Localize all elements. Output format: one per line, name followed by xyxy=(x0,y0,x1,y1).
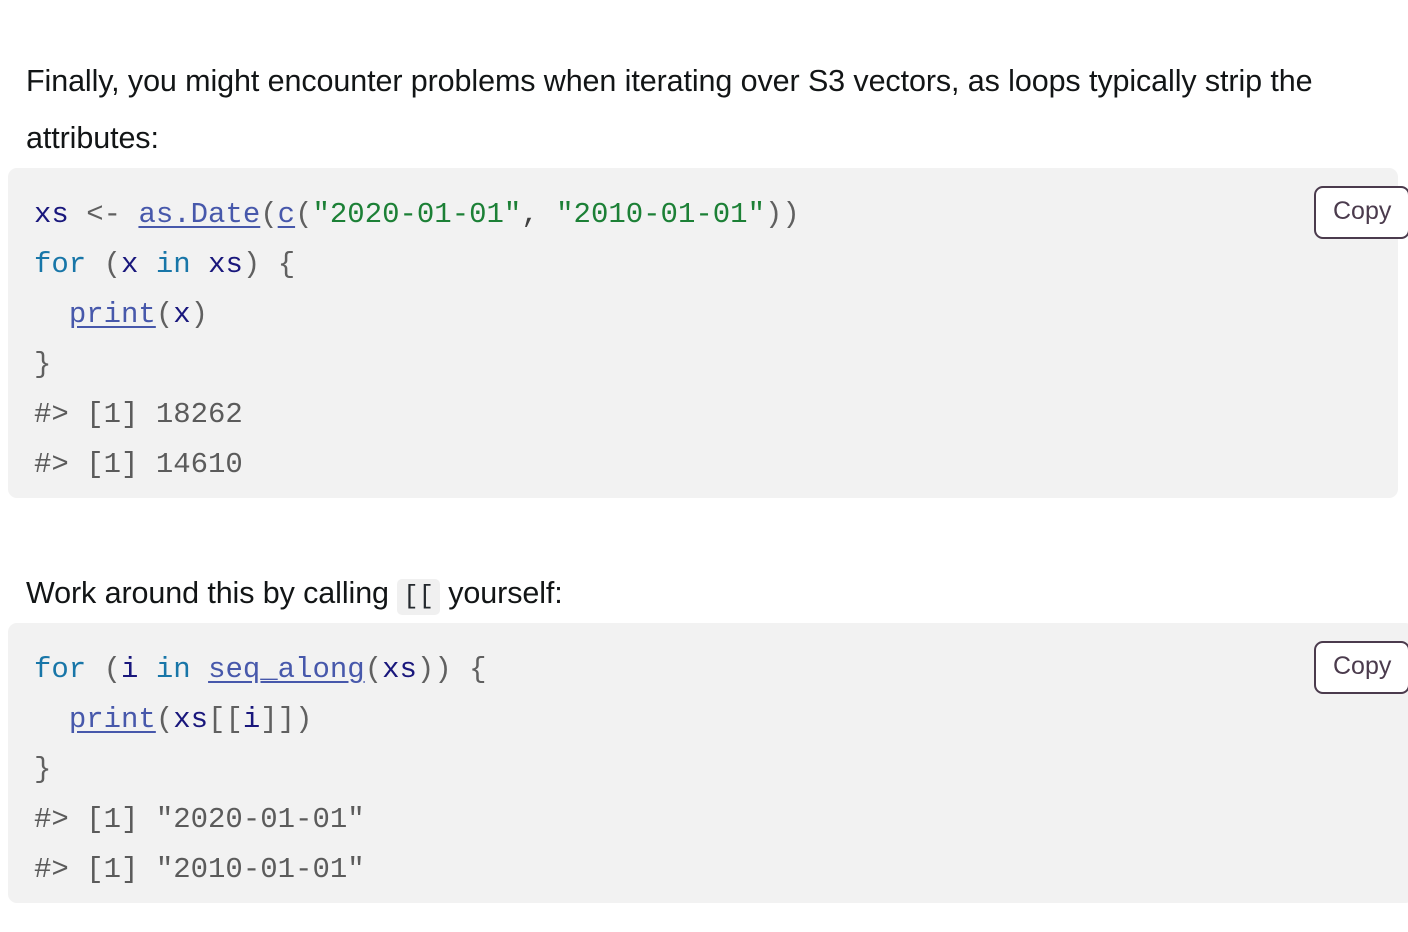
code-token-punct: <- xyxy=(86,198,122,231)
code-token-var: x xyxy=(121,248,139,281)
code-token-punct: ]]) xyxy=(260,703,313,736)
code-token-punct: ) xyxy=(190,298,209,331)
code-block-2: for (i in seq_along(xs)) { print(xs[[i]]… xyxy=(8,623,1408,903)
code-token-punct: )) xyxy=(764,198,800,231)
code-line: #> [1] "2020-01-01" xyxy=(34,795,1388,845)
code-token-plain: , xyxy=(521,198,539,231)
code-token-fn: print xyxy=(68,298,156,331)
document-page: Finally, you might encounter problems wh… xyxy=(0,0,1408,932)
paragraph-intro: Finally, you might encounter problems wh… xyxy=(26,63,1321,155)
code-token-punct: } xyxy=(34,348,52,381)
code-block-1: xs <- as.Date(c("2020-01-01", "2010-01-0… xyxy=(8,168,1398,498)
paragraph-workaround-text-before: Work around this by calling xyxy=(26,575,398,610)
code-token-str: "2010-01-01" xyxy=(556,198,765,231)
code-line: for (x in xs) { xyxy=(34,240,1372,290)
inline-code-double-bracket: [[ xyxy=(397,578,440,615)
paragraph-workaround: Work around this by calling [[ yourself: xyxy=(26,565,1346,625)
code-line: for (i in seq_along(xs)) { xyxy=(34,645,1388,695)
code-token-punct: ( xyxy=(103,248,122,281)
code-token-kw: in xyxy=(155,248,191,281)
code-token-var: x xyxy=(173,298,191,331)
code-token-punct: ( xyxy=(103,653,122,686)
code-line: #> [1] "2010-01-01" xyxy=(34,845,1388,895)
code-token-punct: [[ xyxy=(208,703,243,736)
code-token-punct: { xyxy=(277,248,296,281)
copy-button-1[interactable]: Copy xyxy=(1314,186,1408,239)
copy-button-2[interactable]: Copy xyxy=(1314,641,1408,694)
code-token-punct: { xyxy=(469,653,487,686)
code-line: print(x) xyxy=(34,290,1372,340)
code-line: #> [1] 18262 xyxy=(34,390,1372,440)
code-line: xs <- as.Date(c("2020-01-01", "2010-01-0… xyxy=(34,190,1372,240)
code-line: } xyxy=(34,745,1388,795)
code-token-var: xs xyxy=(34,198,69,231)
code-token-out: #> [1] "2020-01-01" xyxy=(34,803,365,836)
code-token-out: #> [1] 14610 xyxy=(34,448,243,481)
code-token-fn: print xyxy=(68,703,156,736)
code-token-kw: in xyxy=(155,653,191,686)
code-token-punct: ( xyxy=(155,298,174,331)
code-token-var: i xyxy=(242,703,261,736)
code-line: print(xs[[i]]) xyxy=(34,695,1388,745)
code-token-var: xs xyxy=(173,703,209,736)
code-token-fn: c xyxy=(277,198,296,231)
code-token-var: xs xyxy=(382,653,417,686)
code-token-punct: } xyxy=(34,753,52,786)
code-token-var: xs xyxy=(208,248,243,281)
code-line: } xyxy=(34,340,1372,390)
code-token-kw: for xyxy=(34,248,87,281)
code-token-fn: as.Date xyxy=(138,198,261,231)
code-token-str: "2020-01-01" xyxy=(312,198,522,231)
code-token-punct: ( xyxy=(155,703,174,736)
code-token-punct: ( xyxy=(295,198,313,231)
code-token-out: #> [1] 18262 xyxy=(34,398,243,431)
code-token-punct: ) xyxy=(242,248,261,281)
code-token-fn: seq_along xyxy=(208,653,365,686)
code-token-out: #> [1] "2010-01-01" xyxy=(34,853,365,886)
code-token-punct: )) xyxy=(416,653,452,686)
code-token-kw: for xyxy=(34,653,87,686)
code-line: #> [1] 14610 xyxy=(34,440,1372,490)
paragraph-workaround-text-after: yourself: xyxy=(439,575,563,610)
code-token-punct: ( xyxy=(364,653,383,686)
code-token-var: i xyxy=(121,653,139,686)
code-token-punct: ( xyxy=(260,198,278,231)
